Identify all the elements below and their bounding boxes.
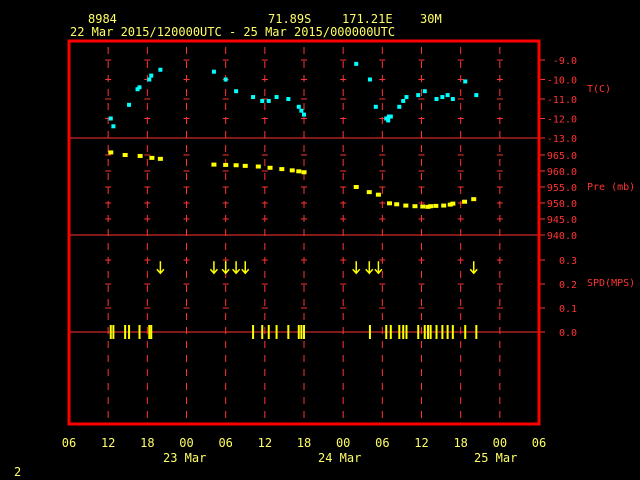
temperature-point [397,104,402,109]
xtick-label: 06 [62,436,76,450]
pressure-point [366,190,372,195]
pressure-point [462,199,468,204]
temperature-point [302,112,306,117]
temperature-point [450,97,455,101]
page-number: 2 [14,465,22,479]
xtick-label: 18 [140,436,154,450]
pressure-point [403,203,409,208]
pressure-point [394,202,400,207]
pressure-point [108,150,114,155]
temperature-point [108,116,113,121]
pressure-point [428,204,434,209]
temperature-point [127,102,132,107]
pressure-point [279,167,285,172]
temperature-point [137,85,142,90]
xtick-label: 06 [218,436,232,450]
pressure-point [375,192,381,197]
temperature-point [386,118,391,123]
pressure-point [267,165,273,170]
temperature-point [354,61,359,66]
pressure-point [122,153,128,157]
ytick-label: 940.0 [547,231,577,242]
temperature-point [299,108,304,113]
temperature-point [373,104,378,109]
ytick-label: -13.0 [547,134,577,145]
ytick-label: 0.2 [559,280,577,291]
temperature-point [147,77,152,82]
temperature-point [463,79,468,84]
pressure-point [387,201,393,206]
xtick-label: 00 [336,436,350,450]
temperature-point [211,69,216,74]
temperature-point [416,93,421,98]
pressure-point [441,203,447,208]
pressure-point [137,153,143,158]
pressure-point [433,203,439,208]
temperature-point [434,97,439,101]
pressure-point [301,170,307,175]
pressure-point [296,169,302,174]
pressure-point [471,197,477,202]
ytick-label: 0.1 [559,304,577,315]
xtick-label: 12 [414,436,428,450]
temperature-point [440,95,445,100]
ytick-label: 960.0 [547,167,577,178]
pressure-point [420,204,426,209]
xtick-label: 06 [375,436,389,450]
pressure-point [353,185,359,189]
pressure-point [223,162,229,167]
temperature-point [401,98,406,103]
ytick-label: -9.0 [553,56,577,67]
date-label-2: 24 Mar [318,451,362,465]
ytick-label: -10.0 [547,76,577,87]
temperature-point [260,98,265,103]
yaxis-label: Pre (mb) [587,182,635,193]
temperature-point [404,95,409,100]
ytick-label: -11.0 [547,95,577,106]
meteogram: -9.0 -10.0 -11.0 -12.0 -13.0 T(C) 965.0 960.0 95… [62,39,635,450]
ytick-label: 950.0 [547,199,577,210]
yaxis-label: SPD(MPS) [587,278,635,289]
temperature-point [474,93,479,98]
yaxis-label: T(C) [587,84,611,95]
xtick-label: 06 [532,436,546,450]
date-label-1: 23 Mar [163,451,207,465]
temperature-point [158,67,163,72]
temperature-point [445,93,450,98]
temperature-point [251,95,256,100]
temperature-point [296,104,301,109]
ytick-label: -12.0 [547,115,577,126]
temperature-point [388,114,393,119]
ytick-label: 965.0 [547,151,577,162]
temperature-point [422,89,427,94]
ytick-label: 0.0 [559,328,577,339]
xtick-label: 18 [453,436,467,450]
pressure-point [255,164,261,169]
xtick-label: 00 [179,436,193,450]
pressure-point [242,163,248,168]
pressure-point [450,201,456,206]
xtick-label: 12 [258,436,272,450]
temperature-point [274,95,279,100]
temperature-point [266,98,271,103]
temperature-point [367,77,372,82]
date-label-3: 25 Mar [474,451,518,465]
xtick-label: 00 [493,436,507,450]
temperature-point [111,124,116,129]
pressure-point [289,168,295,173]
pressure-point [149,155,155,160]
ytick-label: 945.0 [547,215,577,226]
temperature-point [149,73,154,78]
pressure-point [211,162,217,167]
pressure-point [233,163,239,168]
ytick-label: 0.3 [559,256,577,267]
pressure-point [412,204,418,209]
xtick-label: 12 [101,436,115,450]
xtick-label: 18 [297,436,311,450]
temperature-point [234,89,239,94]
temperature-point [223,77,228,82]
pressure-point [157,156,163,161]
temperature-point [286,97,291,101]
ytick-label: 955.0 [547,183,577,194]
